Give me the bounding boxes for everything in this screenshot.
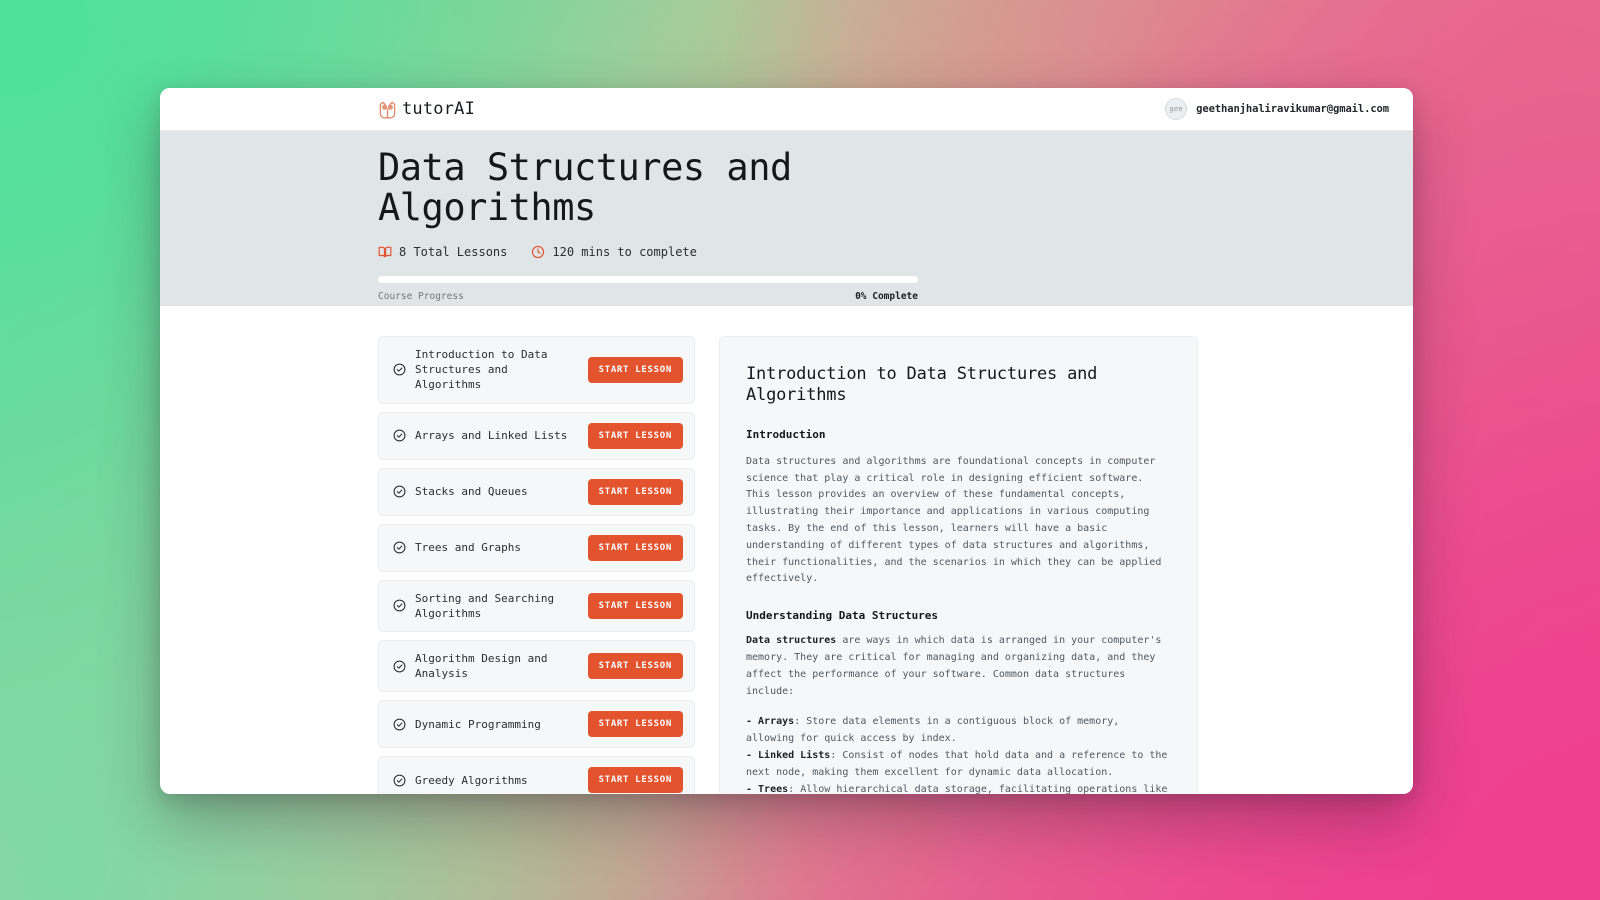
- progress-percent: 0% Complete: [855, 290, 918, 302]
- start-lesson-button[interactable]: START LESSON: [587, 592, 683, 619]
- reader-bullet-text: : Allow hierarchical data storage, facil…: [788, 783, 1168, 794]
- lesson-card[interactable]: Introduction to Data Structures and Algo…: [378, 336, 695, 404]
- lesson-title: Arrays and Linked Lists: [415, 428, 568, 442]
- check-circle-icon: [393, 485, 406, 498]
- reader-lead-bold: Data structures: [746, 635, 837, 647]
- lesson-card-left: Trees and Graphs: [393, 540, 521, 555]
- check-circle-icon: [393, 660, 406, 673]
- meta-duration: 120 mins to complete: [531, 245, 697, 259]
- account-area[interactable]: gee geethanjhaliravikumar@gmail.com: [1165, 98, 1389, 120]
- check-circle-icon: [393, 599, 406, 612]
- lesson-title: Trees and Graphs: [415, 540, 521, 554]
- reader-bullet-term: - Trees: [746, 783, 789, 794]
- avatar[interactable]: gee: [1165, 98, 1188, 120]
- owl-icon: [378, 100, 397, 119]
- meta-total-lessons-label: 8 Total Lessons: [399, 244, 508, 259]
- progress-label: Course Progress: [378, 290, 464, 302]
- brand-name: tutorAI: [402, 99, 476, 119]
- reader-bullet-term: - Linked Lists: [746, 749, 831, 761]
- start-lesson-button[interactable]: START LESSON: [587, 478, 683, 505]
- app-window: tutorAI gee geethanjhaliravikumar@gmail.…: [160, 88, 1413, 794]
- start-lesson-button[interactable]: START LESSON: [587, 711, 683, 738]
- lesson-card-left: Sorting and Searching Algorithms: [393, 591, 578, 621]
- top-bar: tutorAI gee geethanjhaliravikumar@gmail.…: [160, 88, 1413, 131]
- course-progress: Course Progress 0% Complete: [378, 275, 918, 302]
- brand-logo[interactable]: tutorAI: [378, 99, 475, 119]
- reader-section-heading-understanding: Understanding Data Structures: [746, 609, 939, 623]
- lesson-title: Introduction to Data Structures and Algo…: [415, 348, 548, 392]
- reader-bullet-text: : Store data elements in a contiguous bl…: [746, 716, 1120, 745]
- lesson-title: Stacks and Queues: [415, 484, 528, 498]
- clock-icon: [531, 245, 545, 259]
- reader-bullet-item: - Arrays: Store data elements in a conti…: [746, 714, 1171, 748]
- start-lesson-button[interactable]: START LESSON: [587, 534, 683, 561]
- main-content: Introduction to Data Structures and Algo…: [160, 306, 1413, 794]
- check-circle-icon: [393, 774, 406, 787]
- lesson-card[interactable]: Arrays and Linked Lists START LESSON: [378, 411, 695, 460]
- reader-section-heading-introduction: Introduction: [746, 427, 826, 441]
- lesson-title: Sorting and Searching Algorithms: [415, 591, 555, 620]
- check-circle-icon: [393, 718, 406, 731]
- lesson-reader-title: Introduction to Data Structures and Algo…: [746, 364, 1098, 406]
- lesson-card-left: Introduction to Data Structures and Algo…: [393, 347, 578, 393]
- start-lesson-button[interactable]: START LESSON: [587, 767, 683, 794]
- lesson-title: Dynamic Programming: [415, 717, 541, 731]
- lesson-card-left: Greedy Algorithms: [393, 773, 528, 788]
- start-lesson-button[interactable]: START LESSON: [587, 422, 683, 449]
- reader-bullet-item: - Trees: Allow hierarchical data storage…: [746, 782, 1171, 794]
- progress-labels: Course Progress 0% Complete: [378, 291, 918, 302]
- lesson-card-left: Arrays and Linked Lists: [393, 428, 567, 443]
- lesson-reader-panel: Introduction to Data Structures and Algo…: [719, 336, 1198, 794]
- check-circle-icon: [393, 541, 406, 554]
- lesson-card[interactable]: Sorting and Searching Algorithms START LE…: [378, 579, 695, 632]
- lesson-card[interactable]: Stacks and Queues START LESSON: [378, 467, 695, 516]
- course-hero: Data Structures and Algorithms 8 Total L…: [160, 131, 1413, 306]
- lesson-title: Greedy Algorithms: [415, 773, 528, 787]
- lesson-list: Introduction to Data Structures and Algo…: [378, 336, 695, 794]
- lesson-title: Algorithm Design and Analysis: [415, 651, 548, 681]
- page-title: Data Structures and Algorithms: [378, 146, 792, 229]
- reader-bullet-term: - Arrays: [746, 716, 795, 728]
- lesson-card-left: Algorithm Design and Analysis: [393, 651, 578, 681]
- lesson-card[interactable]: Trees and Graphs START LESSON: [378, 523, 695, 572]
- reader-section-body-introduction: Data structures and algorithms are found…: [746, 455, 1162, 585]
- lesson-card[interactable]: Greedy Algorithms START LESSON: [378, 756, 695, 794]
- lesson-card-left: Dynamic Programming: [393, 717, 541, 732]
- lesson-card-left: Stacks and Queues: [393, 484, 528, 499]
- meta-total-lessons: 8 Total Lessons: [378, 245, 507, 259]
- check-circle-icon: [393, 429, 406, 442]
- reader-bullet-list: - Arrays: Store data elements in a conti…: [746, 714, 1171, 794]
- book-icon: [378, 245, 392, 259]
- lesson-card[interactable]: Algorithm Design and Analysis START LESSO…: [378, 639, 695, 693]
- course-meta: 8 Total Lessons 120 mins to complete: [378, 245, 1413, 259]
- lesson-card[interactable]: Dynamic Programming START LESSON: [378, 700, 695, 749]
- start-lesson-button[interactable]: START LESSON: [587, 653, 683, 680]
- account-email: geethanjhaliravikumar@gmail.com: [1196, 103, 1389, 115]
- meta-duration-label: 120 mins to complete: [552, 244, 697, 259]
- reader-section-lead-understanding: Data structures are ways in which data i…: [746, 633, 1171, 700]
- check-circle-icon: [393, 363, 406, 376]
- reader-bullet-item: - Linked Lists: Consist of nodes that ho…: [746, 748, 1171, 782]
- start-lesson-button[interactable]: START LESSON: [587, 356, 683, 383]
- progress-bar-track: [378, 275, 918, 283]
